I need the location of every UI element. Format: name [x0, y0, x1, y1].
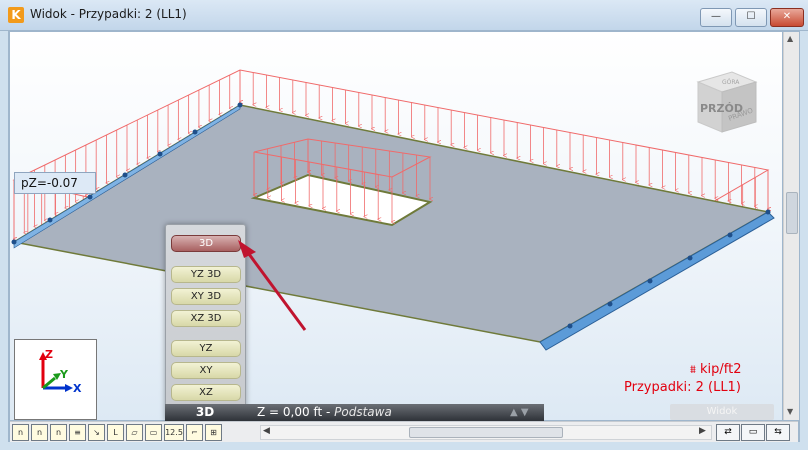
- level-name: Podstawa: [334, 405, 392, 419]
- sync-view-icon[interactable]: ⇄: [716, 424, 740, 441]
- swap-view-icon[interactable]: ⇆: [766, 424, 790, 441]
- display-tool-10-icon[interactable]: ⌐: [186, 424, 203, 441]
- view-xz3d-button[interactable]: XZ 3D: [171, 310, 241, 327]
- support-node: [157, 151, 163, 157]
- scroll-left-icon[interactable]: ◀: [263, 426, 270, 436]
- view-3d-button[interactable]: 3D: [171, 235, 241, 252]
- view-xy3d-button[interactable]: XY 3D: [171, 288, 241, 305]
- scroll-right-icon[interactable]: ▶: [699, 426, 706, 436]
- support-node: [47, 217, 53, 223]
- display-tool-9-icon[interactable]: 12.5: [164, 424, 184, 441]
- support-node: [192, 129, 198, 135]
- current-view-mode[interactable]: 3D: [165, 404, 245, 421]
- horizontal-scrollbar[interactable]: ◀ ▶: [260, 425, 712, 440]
- support-node: [727, 232, 733, 238]
- units-text: kip/ft2: [700, 362, 742, 377]
- view-yz3d-button[interactable]: YZ 3D: [171, 266, 241, 283]
- scroll-down-icon[interactable]: ▼: [787, 407, 793, 416]
- view-xz-button[interactable]: XZ: [171, 384, 241, 401]
- support-node: [647, 278, 653, 284]
- horizontal-scroll-thumb[interactable]: [409, 427, 563, 438]
- separator: -: [322, 405, 335, 419]
- minimize-button[interactable]: —: [700, 8, 732, 27]
- window-title: Widok - Przypadki: 2 (LL1): [30, 7, 187, 21]
- load-case-label: Przypadki: 2 (LL1): [624, 380, 741, 395]
- support-node: [237, 102, 243, 108]
- support-node: [567, 323, 573, 329]
- navigation-cube[interactable]: PRZÓD PRAWO GÓRA: [686, 50, 766, 136]
- display-tool-2-icon[interactable]: n: [31, 424, 48, 441]
- window-view-icon[interactable]: ▭: [741, 424, 765, 441]
- support-node: [607, 301, 613, 307]
- display-tool-1-icon[interactable]: n: [12, 424, 29, 441]
- vertical-scroll-thumb[interactable]: [786, 192, 798, 234]
- support-node: [87, 194, 93, 200]
- load-value-label: pZ=-0.07: [14, 172, 96, 194]
- level-up-down-arrows[interactable]: ▲ ▼: [510, 404, 529, 421]
- display-tool-4-icon[interactable]: ≡: [69, 424, 86, 441]
- app-icon: K: [8, 7, 24, 23]
- 3d-viewport[interactable]: PRZÓD PRAWO GÓRA: [10, 32, 782, 420]
- view-direction-popup: 3D YZ 3D XY 3D XZ 3D YZ XY XZ: [165, 224, 246, 422]
- z-axis-label: Z: [45, 348, 53, 361]
- view-xy-button[interactable]: XY: [171, 362, 241, 379]
- display-tool-6-icon[interactable]: L: [107, 424, 124, 441]
- support-node: [687, 255, 693, 261]
- close-button[interactable]: ✕: [770, 8, 804, 27]
- support-node: [765, 209, 771, 215]
- support-node: [11, 239, 17, 245]
- title-bar: K Widok - Przypadki: 2 (LL1) — ☐ ✕: [0, 0, 808, 31]
- bottom-toolbar: n n n ≡ ↘ L ▱ ▭ 12.5 ⌐ ⊞ ◀ ▶ ⇄ ▭ ⇆: [10, 421, 798, 442]
- z-value: Z = 0,00 ft: [257, 405, 323, 419]
- units-label: ⩩ kip/ft2: [690, 362, 742, 377]
- widok-button[interactable]: Widok: [670, 404, 774, 420]
- model-view: [11, 69, 775, 351]
- status-bar: 3D Z = 0,00 ft - Podstawa ▲ ▼: [165, 404, 544, 421]
- vertical-scrollbar[interactable]: ▲ ▼: [783, 32, 799, 420]
- scroll-up-icon[interactable]: ▲: [787, 34, 793, 43]
- y-axis-label: Y: [59, 368, 69, 381]
- display-tool-7-icon[interactable]: ▱: [126, 424, 143, 441]
- display-tool-3-icon[interactable]: n: [50, 424, 67, 441]
- support-node: [122, 172, 128, 178]
- cube-top-label: GÓRA: [722, 79, 740, 86]
- x-axis-label: X: [73, 382, 82, 395]
- display-tool-8-icon[interactable]: ▭: [145, 424, 162, 441]
- level-indicator: Z = 0,00 ft - Podstawa: [257, 404, 392, 421]
- view-yz-button[interactable]: YZ: [171, 340, 241, 357]
- display-tool-5-icon[interactable]: ↘: [88, 424, 105, 441]
- axes-gizmo: Z Y X: [14, 339, 97, 420]
- display-tool-11-icon[interactable]: ⊞: [205, 424, 222, 441]
- load-units-icon: ⩩: [690, 363, 696, 376]
- maximize-button[interactable]: ☐: [735, 8, 767, 27]
